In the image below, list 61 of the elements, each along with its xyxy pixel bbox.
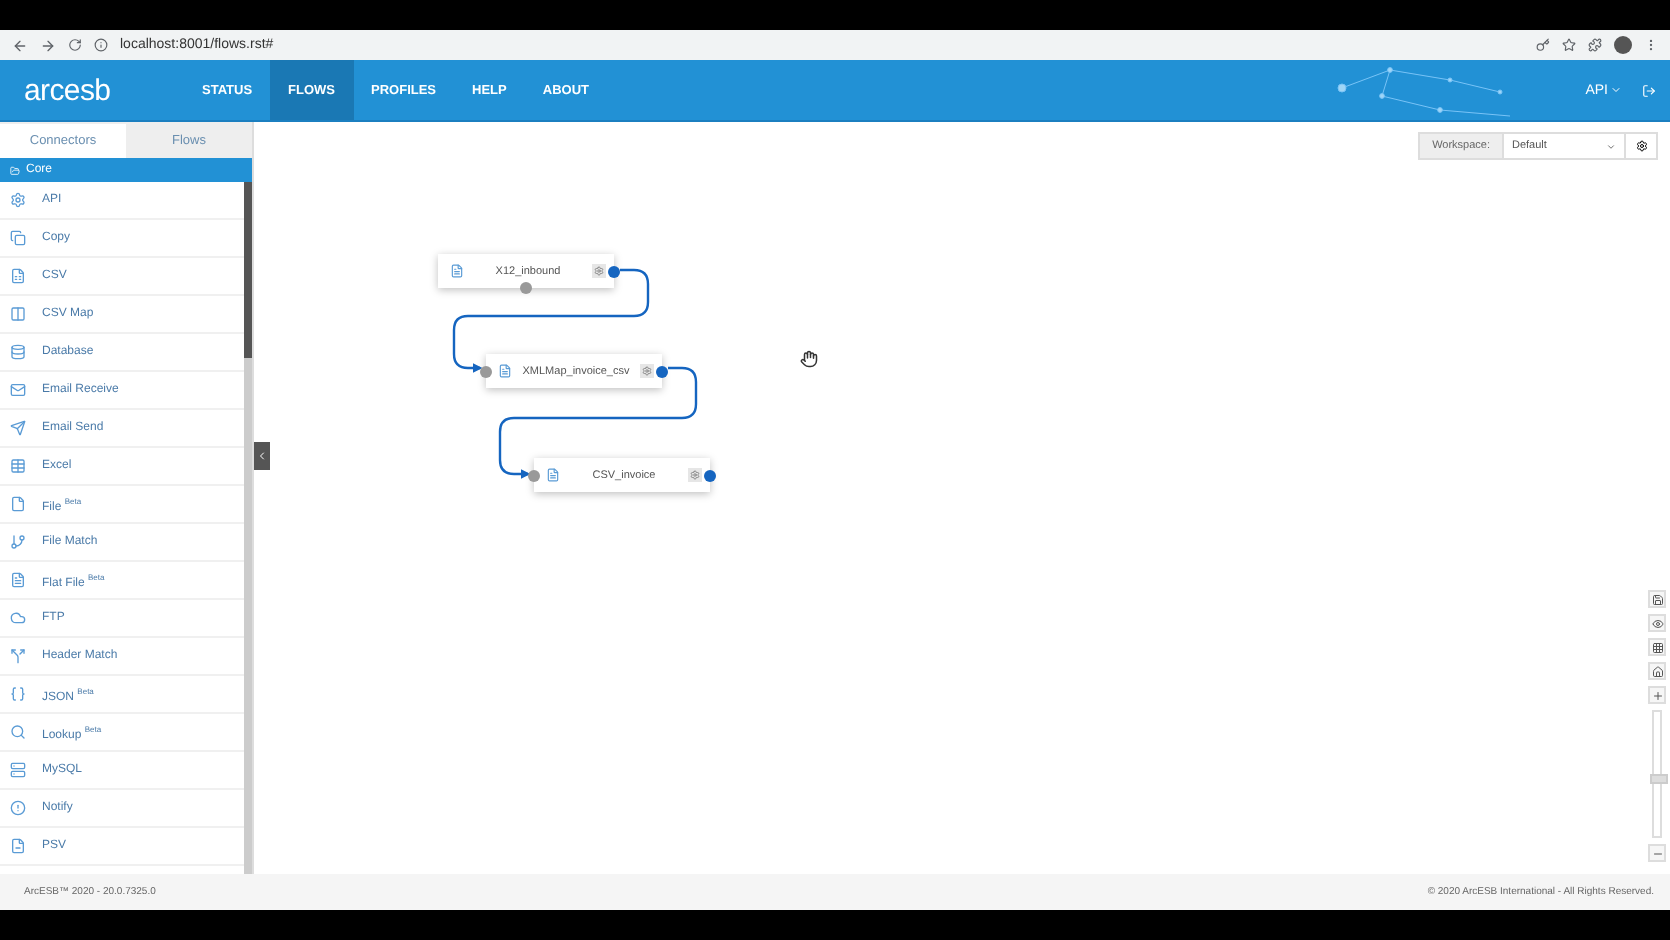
cloud-icon bbox=[10, 610, 26, 626]
collapse-button[interactable] bbox=[254, 442, 270, 470]
columns-icon bbox=[10, 306, 26, 322]
eye-icon bbox=[1651, 617, 1663, 629]
file-icon bbox=[10, 496, 26, 512]
gear-icon bbox=[10, 192, 26, 208]
document-icon bbox=[546, 468, 560, 482]
back-icon[interactable] bbox=[12, 37, 28, 53]
hand-cursor-icon bbox=[800, 350, 818, 368]
zoom-thumb[interactable] bbox=[1650, 774, 1668, 785]
save-button[interactable] bbox=[1648, 590, 1666, 608]
braces-icon bbox=[10, 686, 26, 702]
avatar[interactable] bbox=[1614, 36, 1632, 54]
caret-icon bbox=[1606, 141, 1616, 151]
send-icon bbox=[10, 420, 26, 436]
envelope-icon bbox=[10, 382, 26, 398]
file-icon bbox=[10, 838, 26, 854]
output-port[interactable] bbox=[608, 265, 620, 277]
gear-icon bbox=[594, 266, 604, 276]
zoom-slider[interactable] bbox=[1652, 710, 1662, 838]
spreadsheet-icon bbox=[10, 268, 26, 284]
grid-icon bbox=[1651, 641, 1663, 653]
gear-icon bbox=[642, 366, 652, 376]
home-button[interactable] bbox=[1648, 662, 1666, 680]
minus-icon bbox=[1651, 847, 1663, 859]
logo[interactable]: arcesb bbox=[0, 73, 184, 107]
database-icon bbox=[10, 344, 26, 360]
branch-icon bbox=[10, 534, 26, 550]
input-port[interactable] bbox=[520, 282, 532, 294]
star-icon[interactable] bbox=[1562, 38, 1576, 52]
caret-icon bbox=[1610, 84, 1622, 96]
chevron-icon bbox=[256, 450, 268, 462]
grid-button[interactable] bbox=[1648, 638, 1666, 656]
extension-icon[interactable] bbox=[1588, 38, 1602, 52]
save-icon bbox=[1651, 593, 1663, 605]
gear-icon bbox=[1635, 140, 1647, 152]
logout-icon[interactable] bbox=[1642, 83, 1656, 97]
forward-icon[interactable] bbox=[40, 37, 56, 53]
home-icon bbox=[1651, 665, 1663, 677]
info-icon[interactable] bbox=[94, 38, 108, 52]
menu-icon[interactable] bbox=[1644, 38, 1658, 52]
alert-icon bbox=[10, 800, 26, 816]
scrollbar[interactable] bbox=[244, 182, 252, 874]
folder-icon bbox=[10, 165, 20, 175]
plus-icon bbox=[1651, 689, 1663, 701]
magnifier-icon bbox=[10, 724, 26, 740]
gear-icon bbox=[690, 470, 700, 480]
reload-icon[interactable] bbox=[68, 38, 82, 52]
document-icon bbox=[10, 572, 26, 588]
document-icon bbox=[450, 264, 464, 278]
key-icon[interactable] bbox=[1536, 38, 1550, 52]
document-icon bbox=[498, 364, 512, 378]
output-port[interactable] bbox=[704, 469, 716, 481]
output-port[interactable] bbox=[656, 365, 668, 377]
input-port[interactable] bbox=[480, 365, 492, 377]
view-button[interactable] bbox=[1648, 614, 1666, 632]
split-icon bbox=[10, 648, 26, 664]
input-port[interactable] bbox=[528, 469, 540, 481]
table-icon bbox=[10, 458, 26, 474]
database-icon bbox=[10, 762, 26, 778]
document-icon bbox=[10, 230, 26, 246]
